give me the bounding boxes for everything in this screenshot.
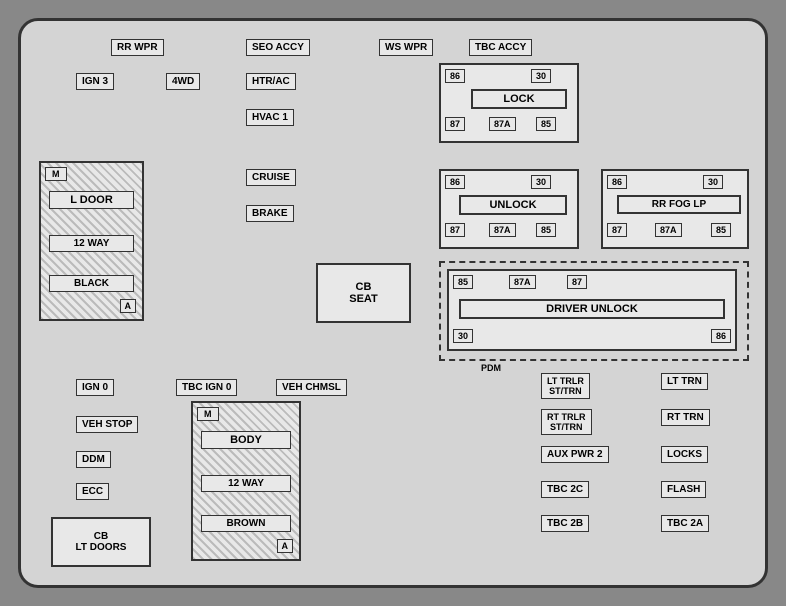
tbc-2a-label: TBC 2A (661, 515, 709, 532)
ldoor-way: 12 WAY (49, 235, 134, 252)
unlock-label: UNLOCK (459, 195, 567, 215)
locks-label: LOCKS (661, 446, 708, 463)
du-r85: 85 (453, 275, 473, 289)
unlock-r87a: 87A (489, 223, 516, 237)
ign3-label: IGN 3 (76, 73, 114, 90)
unlock-r85: 85 (536, 223, 556, 237)
unlock-r30: 30 (531, 175, 551, 189)
lock-r85: 85 (536, 117, 556, 131)
seo-accy-label: SEO ACCY (246, 39, 310, 56)
rr-fog-r30: 30 (703, 175, 723, 189)
flash-label: FLASH (661, 481, 706, 498)
cb-seat-label: CB SEAT (316, 263, 411, 323)
rr-fog-r87a: 87A (655, 223, 682, 237)
unlock-r86: 86 (445, 175, 465, 189)
rr-fog-label: RR FOG LP (617, 195, 741, 214)
rt-trn-label: RT TRN (661, 409, 710, 426)
ldoor-a: A (120, 299, 137, 313)
lt-trn-label: LT TRN (661, 373, 708, 390)
veh-chmsl-label: VEH CHMSL (276, 379, 347, 396)
lt-trlr-st-trn-label: LT TRLR ST/TRN (541, 373, 590, 399)
tbc-ign0-label: TBC IGN 0 (176, 379, 237, 396)
ws-wpr-label: WS WPR (379, 39, 433, 56)
fwd-label: 4WD (166, 73, 200, 90)
body-m: M (197, 407, 219, 421)
unlock-r87: 87 (445, 223, 465, 237)
lock-relay-group: 86 30 LOCK 87 87A 85 (439, 63, 579, 143)
du-r30: 30 (453, 329, 473, 343)
rr-fog-r86: 86 (607, 175, 627, 189)
ddm-label: DDM (76, 451, 111, 468)
rr-fog-relay-group: 86 30 RR FOG LP 87 87A 85 (601, 169, 749, 249)
hvac1-label: HVAC 1 (246, 109, 294, 126)
unlock-relay-group: 86 30 UNLOCK 87 87A 85 (439, 169, 579, 249)
tbc-accy-label: TBC ACCY (469, 39, 532, 56)
lock-r86: 86 (445, 69, 465, 83)
lock-r87: 87 (445, 117, 465, 131)
ldoor-title: L DOOR (49, 191, 134, 209)
rr-wpr-label: RR WPR (111, 39, 164, 56)
brake-label: BRAKE (246, 205, 294, 222)
rr-fog-r85: 85 (711, 223, 731, 237)
body-title: BODY (201, 431, 291, 449)
aux-pwr2-label: AUX PWR 2 (541, 446, 609, 463)
lock-r87a: 87A (489, 117, 516, 131)
du-r87a: 87A (509, 275, 536, 289)
ign0-label: IGN 0 (76, 379, 114, 396)
rt-trlr-st-trn-label: RT TRLR ST/TRN (541, 409, 592, 435)
cruise-label: CRUISE (246, 169, 296, 186)
body-way: 12 WAY (201, 475, 291, 492)
ldoor-group: M L DOOR 12 WAY BLACK A (39, 161, 144, 321)
lock-r30: 30 (531, 69, 551, 83)
ecc-label: ECC (76, 483, 109, 500)
ldoor-m: M (45, 167, 67, 181)
du-r87: 87 (567, 275, 587, 289)
htr-ac-label: HTR/AC (246, 73, 296, 90)
driver-unlock-group: 85 87A 87 DRIVER UNLOCK 30 86 (447, 269, 737, 351)
du-r86: 86 (711, 329, 731, 343)
lock-label: LOCK (471, 89, 567, 109)
body-a: A (277, 539, 294, 553)
diagram-container: RR WPR SEO ACCY WS WPR TBC ACCY IGN 3 4W… (18, 18, 768, 588)
body-color: BROWN (201, 515, 291, 532)
tbc-2b-label: TBC 2B (541, 515, 589, 532)
body-group: M BODY 12 WAY BROWN A (191, 401, 301, 561)
ldoor-color: BLACK (49, 275, 134, 292)
cb-lt-doors-label: CB LT DOORS (51, 517, 151, 567)
tbc-2c-label: TBC 2C (541, 481, 589, 498)
du-label: DRIVER UNLOCK (459, 299, 725, 319)
pdm-label: PDM (481, 363, 501, 373)
rr-fog-r87: 87 (607, 223, 627, 237)
pdm-region: PDM 85 87A 87 DRIVER UNLOCK 30 86 (439, 261, 749, 361)
veh-stop-label: VEH STOP (76, 416, 138, 433)
